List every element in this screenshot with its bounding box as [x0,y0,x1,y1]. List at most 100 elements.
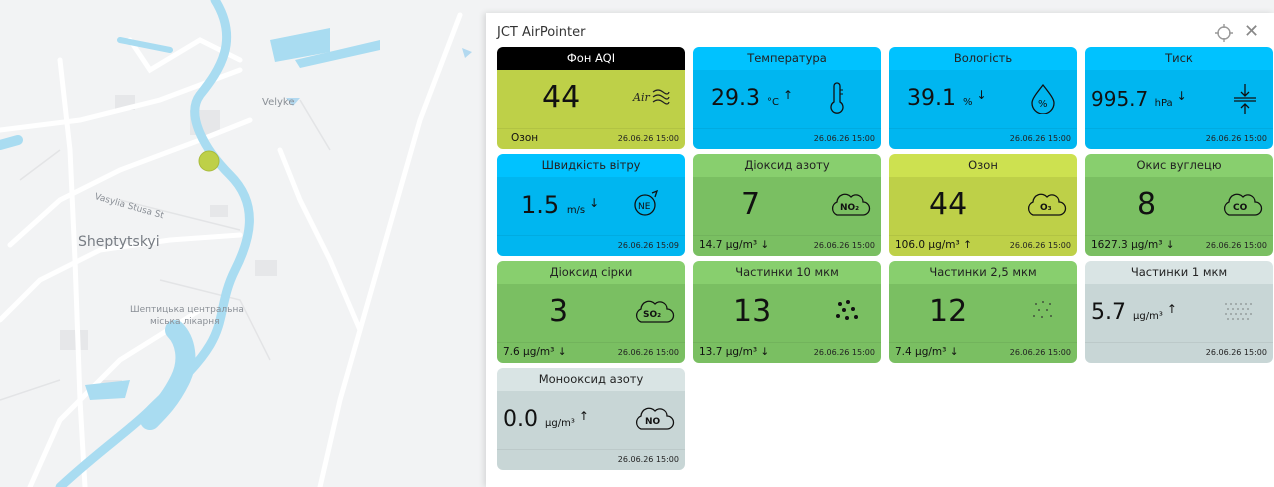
wind-direction-icon: NE [625,187,665,221]
card-no[interactable]: Монооксид азоту 0.0 μg/m³↑ NO 26.06.26 1… [497,368,685,470]
map-label-city: Sheptytskyi [78,234,160,250]
timestamp: 26.06.26 15:00 [617,134,679,143]
trend-arrow: ↓ [760,239,770,251]
o3-index-value: 44 [929,187,968,222]
concentration-value: 1627.3 μg/m³ [1091,239,1163,251]
wind-direction-label: NE [638,202,651,212]
so2-index-value: 3 [549,294,569,329]
concentration: 13.7 μg/m³ ↓ [699,346,769,358]
timestamp: 26.06.26 15:00 [1205,241,1267,250]
chem-formula: SO₂ [643,310,661,320]
panel-title: JCT AirPointer [497,25,586,40]
trend-arrow: ↑ [963,239,972,251]
trend-arrow: ↓ [949,346,959,358]
timestamp: 26.06.26 15:09 [617,241,679,250]
card-so2[interactable]: Діоксид сірки 3 SO₂ 7.6 μg/m³ ↓ 26.06.26… [497,261,685,363]
thermometer-icon [817,82,857,116]
no2-index-value: 7 [741,187,761,222]
svg-text:%: % [1038,99,1048,110]
concentration-value: 7.6 μg/m³ [503,346,555,358]
concentration: 7.6 μg/m³ ↓ [503,346,567,358]
pm25-dots-icon [1023,296,1063,330]
trend-arrow: ↑ [578,409,589,423]
card-header: Швидкість вітру [497,154,685,177]
card-header: Вологість [889,47,1077,70]
unit: m/s [566,205,586,216]
card-co[interactable]: Окис вуглецю 8 CO 1627.3 μg/m³ ↓ 26.06.2… [1085,154,1273,256]
trend-arrow: ↓ [1165,239,1175,251]
pressure-value: 995.7 [1091,87,1149,111]
pm25-index-value: 12 [929,294,968,329]
humidity-value: 39.1 [907,86,956,111]
card-o3[interactable]: Озон 44 O₃ 106.0 μg/m³ ↑ 26.06.26 15:00 [889,154,1077,256]
timestamp: 26.06.26 15:00 [1205,348,1267,357]
unit: μg/m³ [1133,311,1163,322]
unit: °C [766,97,779,108]
timestamp: 26.06.26 15:00 [813,241,875,250]
card-header: Тиск [1085,47,1273,70]
no-cloud-icon: NO [631,403,675,437]
trend-arrow: ↓ [976,88,987,102]
unit: hPa [1154,98,1173,109]
card-header: Окис вуглецю [1085,154,1273,177]
humidity-drop-icon: % [1023,82,1063,116]
crosshair-icon[interactable] [1214,23,1234,47]
pm1-value: 5.7 [1091,300,1126,325]
card-header: Температура [693,47,881,70]
timestamp: 26.06.26 15:00 [1009,348,1071,357]
chem-formula: CO [1233,203,1248,213]
pm10-index-value: 13 [733,294,772,329]
co-index-value: 8 [1137,187,1157,222]
timestamp: 26.06.26 15:00 [1009,241,1071,250]
card-pm10[interactable]: Частинки 10 мкм 13 13.7 μg/m³ ↓ 26.06.26… [693,261,881,363]
timestamp: 26.06.26 15:00 [1009,134,1071,143]
timestamp: 26.06.26 15:00 [813,348,875,357]
chem-formula: O₃ [1040,203,1052,213]
card-header: Частинки 10 мкм [693,261,881,284]
air-waves-icon: Air [631,82,671,116]
map-label-velyke: Velyke [262,97,295,108]
concentration-value: 14.7 μg/m³ [699,239,758,251]
timestamp: 26.06.26 15:00 [617,455,679,464]
card-header: Частинки 1 мкм [1085,261,1273,284]
o3-cloud-icon: O₃ [1023,189,1067,223]
pm1-dots-icon [1219,296,1259,330]
card-temperature[interactable]: Температура 29.3 °C↑ 26.06.26 15:00 [693,47,881,149]
chem-formula: NO₂ [840,203,859,213]
concentration: 14.7 μg/m³ ↓ [699,239,769,251]
concentration: 7.4 μg/m³ ↓ [895,346,959,358]
station-marker[interactable] [198,150,220,172]
unit: % [962,97,973,108]
map-label-hospital-2: міська лікарня [150,317,220,327]
card-header: Озон [889,154,1077,177]
trend-arrow: ↓ [557,346,567,358]
station-panel: JCT AirPointer ✕ Фон AQI 44 Air Озон 26.… [486,13,1274,487]
aqi-value: 44 [542,80,581,115]
co-cloud-icon: CO [1219,189,1263,223]
no-value: 0.0 [503,407,538,432]
card-pm1[interactable]: Частинки 1 мкм 5.7 μg/m³↑ 26.06.26 15:00 [1085,261,1273,363]
card-pressure[interactable]: Тиск 995.7 hPa↓ 26.06.26 15:00 [1085,47,1273,149]
close-icon[interactable]: ✕ [1244,21,1259,42]
trend-arrow: ↑ [1166,302,1177,316]
temperature-value: 29.3 [711,86,760,111]
chem-formula: NO [645,417,661,427]
aqi-pollutant: Озон [511,132,539,144]
so2-cloud-icon: SO₂ [631,296,675,330]
svg-text:Air: Air [632,91,650,104]
map-canvas [0,0,486,487]
pressure-icon [1225,82,1265,116]
card-humidity[interactable]: Вологість 39.1 %↓ % 26.06.26 15:00 [889,47,1077,149]
card-no2[interactable]: Діоксид азоту 7 NO₂ 14.7 μg/m³ ↓ 26.06.2… [693,154,881,256]
card-header: Діоксид азоту [693,154,881,177]
card-header: Діоксид сірки [497,261,685,284]
no2-cloud-icon: NO₂ [827,189,871,223]
trend-arrow: ↑ [782,88,794,102]
trend-arrow: ↓ [760,346,770,358]
card-pm25[interactable]: Частинки 2,5 мкм 12 7.4 μg/m³ ↓ 26.06.26… [889,261,1077,363]
concentration-value: 13.7 μg/m³ [699,346,758,358]
card-aqi[interactable]: Фон AQI 44 Air Озон 26.06.26 15:00 [497,47,685,149]
unit: μg/m³ [545,418,575,429]
card-wind-speed[interactable]: Швидкість вітру 1.5 m/s↓ NE 26.06.26 15:… [497,154,685,256]
map-label-hospital-1: Шептицька центральна [130,305,244,315]
